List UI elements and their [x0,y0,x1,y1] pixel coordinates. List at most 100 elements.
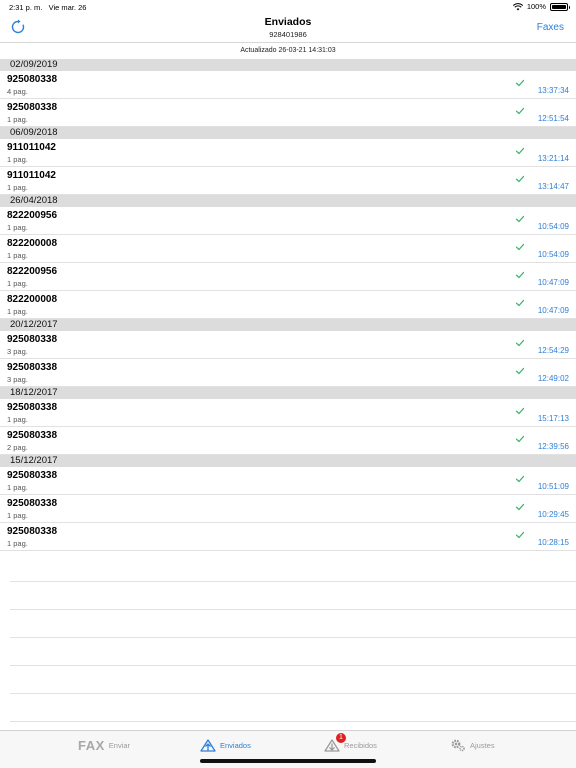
fax-row[interactable]: 911011042 1 pag. 13:21:14 [0,139,576,167]
fax-row[interactable]: 822200008 1 pag. 10:47:09 [0,291,576,319]
sent-check-icon [515,531,525,539]
fax-logo-icon: FAX [78,738,105,753]
page-count: 1 pag. [7,223,28,232]
fax-row[interactable]: 822200956 1 pag. 10:47:09 [0,263,576,291]
empty-row [10,638,576,666]
sent-check-icon [515,107,525,115]
page-count: 1 pag. [7,415,28,424]
sent-check-icon [515,79,525,87]
sent-time: 10:29:45 [537,510,569,519]
status-time: 2:31 p. m. Vie mar. 26 [9,3,87,12]
section-header-date: 26/04/2018 [0,195,576,207]
sent-check-icon [515,215,525,223]
sent-time: 15:17:13 [537,414,569,423]
page-count: 1 pag. [7,539,28,548]
section-header-date: 20/12/2017 [0,319,576,331]
page-count: 1 pag. [7,183,28,192]
sent-check-icon [515,435,525,443]
sent-check-icon [515,175,525,183]
fax-number: 925080338 [7,362,58,373]
sent-check-icon [515,407,525,415]
sent-check-icon [515,503,525,511]
tab-enviados[interactable]: Enviados [200,738,251,752]
fax-number: 925080338 [7,402,58,413]
sent-time: 12:49:02 [537,374,569,383]
status-bar: 2:31 p. m. Vie mar. 26 100% [0,0,576,14]
sent-time: 10:54:09 [537,222,569,231]
sent-time: 10:47:09 [537,278,569,287]
fax-number: 925080338 [7,498,58,509]
empty-row [10,666,576,694]
empty-row [10,554,576,582]
fax-number: 925080338 [7,334,58,345]
empty-row [10,582,576,610]
page-count: 1 pag. [7,307,28,316]
page-subtitle: 928401986 [269,30,307,39]
page-count: 1 pag. [7,251,28,260]
sent-check-icon [515,339,525,347]
fax-row[interactable]: 925080338 1 pag. 10:51:09 [0,467,576,495]
sent-check-icon [515,147,525,155]
fax-row[interactable]: 911011042 1 pag. 13:14:47 [0,167,576,195]
sent-check-icon [515,299,525,307]
fax-number: 822200008 [7,238,58,249]
section-header-date: 06/09/2018 [0,127,576,139]
page-title: Enviados [264,16,312,28]
received-icon: 1 [324,733,346,752]
tab-ajustes[interactable]: Ajustes [450,738,495,752]
status-right: 100% [512,2,570,11]
sent-time: 12:51:54 [537,114,569,123]
sent-time: 10:47:09 [537,306,569,315]
fax-number: 911011042 [7,142,56,153]
sent-check-icon [515,271,525,279]
sent-time: 13:21:14 [537,154,569,163]
tab-label: Enviar [108,741,131,750]
navigation-bar: Enviados 928401986 Faxes [0,14,576,42]
sent-time: 10:51:09 [537,482,569,491]
fax-number: 911011042 [7,170,56,181]
fax-number: 822200008 [7,294,58,305]
section-header-date: 15/12/2017 [0,455,576,467]
page-count: 4 pag. [7,87,28,96]
sent-check-icon [515,367,525,375]
tab-label: Enviados [220,740,251,750]
page-count: 1 pag. [7,115,28,124]
fax-row[interactable]: 925080338 4 pag. 13:37:34 [0,71,576,99]
faxes-button[interactable]: Faxes [537,22,564,33]
page-count: 3 pag. [7,347,28,356]
fax-number: 925080338 [7,470,58,481]
tab-enviar[interactable]: FAX Enviar [78,738,130,753]
empty-list-area [10,554,576,722]
section-header-date: 18/12/2017 [0,387,576,399]
fax-row[interactable]: 925080338 1 pag. 12:51:54 [0,99,576,127]
gear-icon [451,739,465,752]
last-updated-label: Actualizado 26-03-21 14:31:03 [0,42,576,59]
page-count: 1 pag. [7,483,28,492]
tab-recibidos[interactable]: 1 Recibidos [324,733,377,752]
fax-row[interactable]: 925080338 1 pag. 10:29:45 [0,495,576,523]
tab-label: Recibidos [344,740,377,750]
battery-percent: 100% [526,2,546,11]
wifi-icon [512,2,523,10]
sent-time: 10:28:15 [537,538,569,547]
fax-row[interactable]: 925080338 2 pag. 12:39:56 [0,427,576,455]
fax-row[interactable]: 822200008 1 pag. 10:54:09 [0,235,576,263]
home-indicator [200,759,376,763]
sent-fax-list: 02/09/2019 925080338 4 pag. 13:37:34 9250803… [0,59,576,551]
sent-check-icon [515,475,525,483]
page-count: 1 pag. [7,279,28,288]
fax-row[interactable]: 822200956 1 pag. 10:54:09 [0,207,576,235]
sent-time: 12:54:29 [537,346,569,355]
fax-row[interactable]: 925080338 1 pag. 10:28:15 [0,523,576,551]
fax-row[interactable]: 925080338 3 pag. 12:54:29 [0,331,576,359]
sent-icon [200,739,216,752]
fax-row[interactable]: 925080338 3 pag. 12:49:02 [0,359,576,387]
page-count: 1 pag. [7,155,28,164]
page-count: 3 pag. [7,375,28,384]
sent-time: 10:54:09 [537,250,569,259]
notification-badge: 1 [336,733,346,743]
sent-check-icon [515,243,525,251]
fax-row[interactable]: 925080338 1 pag. 15:17:13 [0,399,576,427]
sent-time: 13:37:34 [537,86,569,95]
tab-bar: FAX Enviar Enviados 1 Recibidos Ajustes [0,730,576,768]
